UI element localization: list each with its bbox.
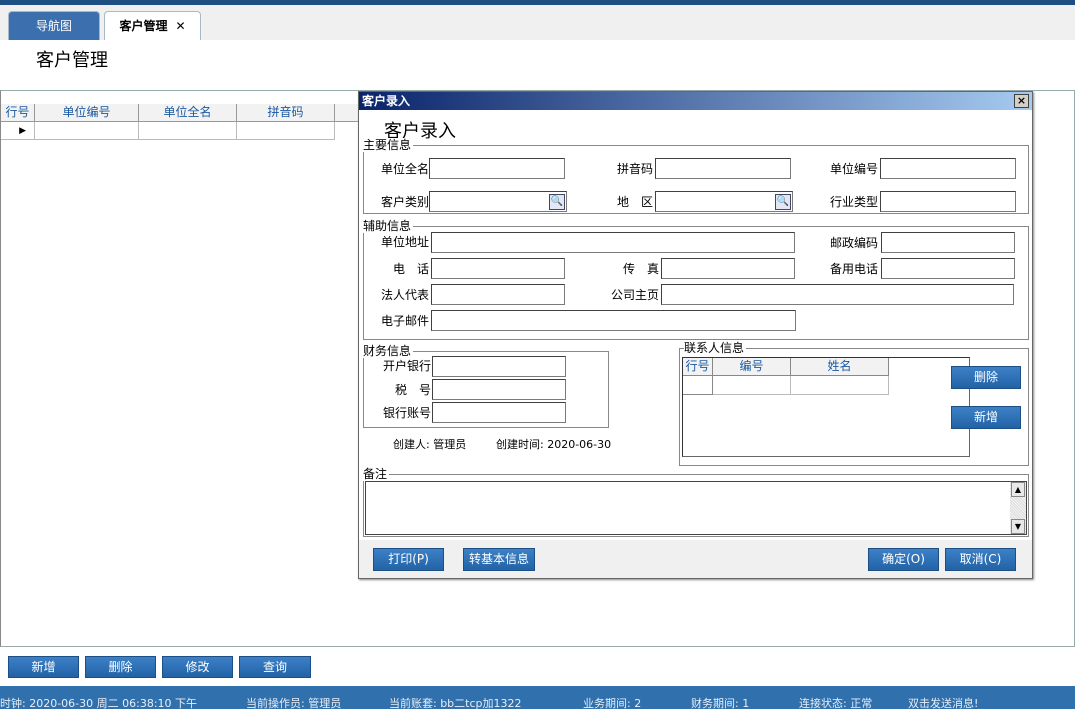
to-basic-info-button[interactable]: 转基本信息 [463,548,535,571]
ok-button[interactable]: 确定(O) [868,548,939,571]
region-label: 地 区 [616,195,653,209]
postcode-label: 邮政编码 [829,236,878,250]
col-extra [335,104,359,122]
status-operator: 当前操作员: 管理员 [246,697,342,709]
unit-code-input[interactable] [880,158,1016,179]
tab-navigation-label: 导航图 [35,19,72,33]
delete-button[interactable]: 删除 [85,656,156,678]
dialog-title: 客户录入 [362,94,411,108]
add-contact-button[interactable]: 新增 [951,406,1021,429]
tab-customer-label: 客户管理 [119,19,168,33]
fax-input[interactable] [661,258,795,279]
status-account-set: 当前账套: bb二tcp加1322 [389,697,522,709]
fax-label: 传 真 [622,262,659,276]
status-business-period: 业务期间: 2 [583,697,642,709]
status-clock: 时钟: 2020-06-30 周二 06:38:10 下午 [0,697,198,709]
pinyin-input[interactable] [655,158,791,179]
col-unit-code[interactable]: 单位编号 [35,104,139,122]
bank-account-label: 银行账号 [382,406,431,420]
contact-cell[interactable] [713,376,791,395]
tab-navigation[interactable]: 导航图 [8,11,100,40]
col-row-no[interactable]: 行号 [1,104,35,122]
region-lookup-icon[interactable]: 🔍 [775,194,791,210]
dialog-close-icon[interactable]: × [1014,94,1029,108]
alt-phone-input[interactable] [881,258,1015,279]
status-bar: 时钟: 2020-06-30 周二 06:38:10 下午 当前操作员: 管理员… [0,686,1075,709]
bank-input[interactable] [432,356,566,377]
postcode-input[interactable] [881,232,1015,253]
col-unit-name[interactable]: 单位全名 [139,104,237,122]
grid-cell[interactable] [237,122,335,140]
unit-name-input[interactable] [429,158,565,179]
delete-contact-button[interactable]: 删除 [951,366,1021,389]
row-indicator-icon: ▶ [1,122,35,140]
customer-type-input[interactable] [429,191,567,212]
legal-rep-input[interactable] [431,284,565,305]
contact-cell[interactable] [791,376,889,395]
customer-entry-dialog: 客户录入 × 客户录入 主要信息 单位全名 拼音码 单位编号 客户类别 🔍 地 … [358,91,1033,579]
legal-rep-label: 法人代表 [380,288,429,302]
region-input[interactable] [655,191,793,212]
industry-label: 行业类型 [829,195,878,209]
page-title: 客户管理 [36,50,108,71]
edit-button[interactable]: 修改 [162,656,233,678]
bank-account-input[interactable] [432,402,566,423]
contact-col-name[interactable]: 姓名 [791,358,889,376]
contacts-legend: 联系人信息 [684,341,747,355]
phone-label: 电 话 [392,262,429,276]
email-label: 电子邮件 [380,314,429,328]
alt-phone-label: 备用电话 [829,262,878,276]
status-connection: 连接状态: 正常 [799,697,873,709]
phone-input[interactable] [431,258,565,279]
tax-no-label: 税 号 [394,383,431,397]
creator-text: 创建人: 管理员 [393,438,467,451]
status-finance-period: 财务期间: 1 [691,697,750,709]
query-button[interactable]: 查询 [239,656,311,678]
contact-col-row-no[interactable]: 行号 [683,358,713,376]
tab-customer-management[interactable]: 客户管理 ✕ [104,11,201,40]
scroll-up-icon[interactable]: ▲ [1011,482,1025,497]
customer-type-label: 客户类别 [380,195,429,209]
col-pinyin[interactable]: 拼音码 [237,104,335,122]
email-input[interactable] [431,310,796,331]
status-message-link[interactable]: 双击发送消息! [908,686,978,709]
homepage-input[interactable] [661,284,1014,305]
contact-cell[interactable] [683,376,713,395]
grid-cell[interactable] [35,122,139,140]
bank-label: 开户银行 [382,359,431,373]
remarks-textarea[interactable] [365,481,1027,535]
address-input[interactable] [431,232,795,253]
aux-info-legend: 辅助信息 [363,219,414,233]
print-button[interactable]: 打印(P) [373,548,444,571]
dialog-titlebar[interactable]: 客户录入 [359,92,1032,110]
top-strip [0,0,1075,5]
industry-input[interactable] [880,191,1016,212]
close-tab-icon[interactable]: ✕ [175,19,185,33]
created-time-text: 创建时间: 2020-06-30 [496,438,612,451]
unit-code-label: 单位编号 [829,162,878,176]
customer-type-lookup-icon[interactable]: 🔍 [549,194,565,210]
scroll-down-icon[interactable]: ▼ [1011,519,1025,534]
main-info-legend: 主要信息 [363,138,414,152]
remarks-legend: 备注 [363,467,390,481]
contact-col-code[interactable]: 编号 [713,358,791,376]
cancel-button[interactable]: 取消(C) [945,548,1016,571]
tax-no-input[interactable] [432,379,566,400]
pinyin-label: 拼音码 [616,162,653,176]
homepage-label: 公司主页 [610,288,659,302]
address-label: 单位地址 [380,235,429,249]
grid-cell[interactable] [139,122,237,140]
add-button[interactable]: 新增 [8,656,79,678]
unit-name-label: 单位全名 [380,162,429,176]
